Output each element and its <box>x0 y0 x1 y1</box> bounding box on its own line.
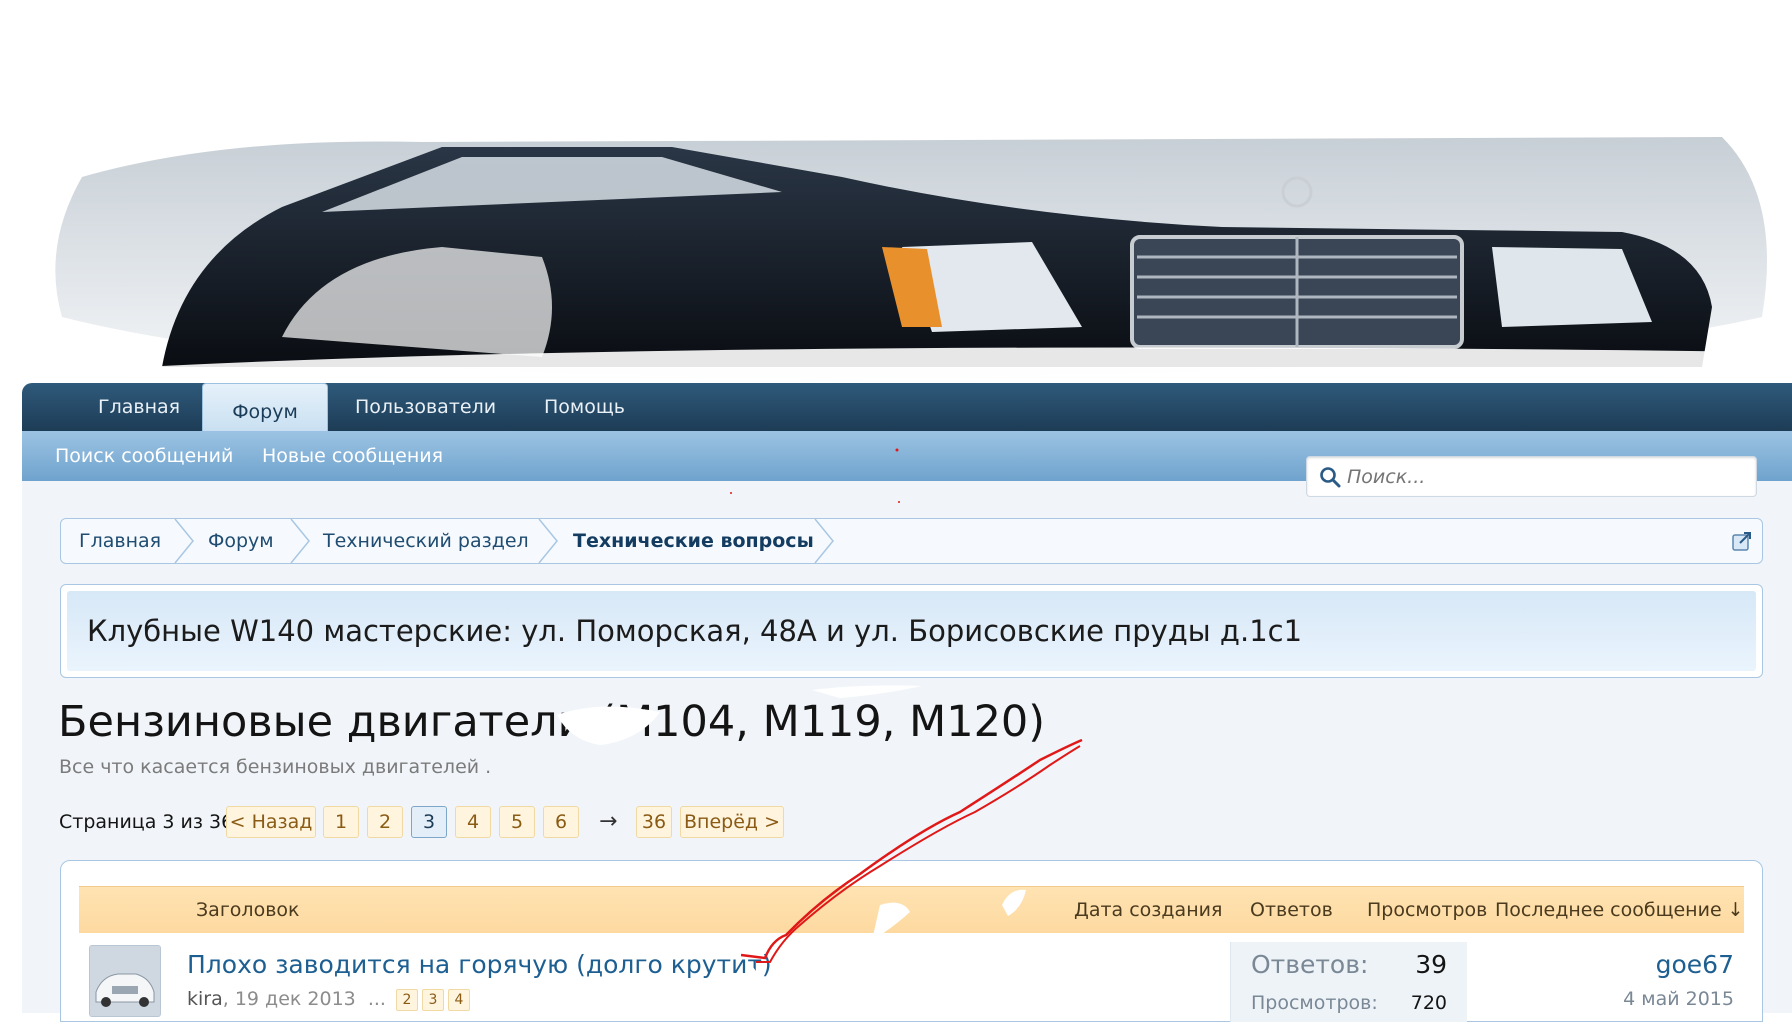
breadcrumb-home[interactable]: Главная <box>79 519 161 563</box>
last-post-date[interactable]: 4 май 2015 <box>1623 988 1734 1010</box>
thread-pages-ellipsis: ... <box>367 988 386 1010</box>
thread-author[interactable]: kira <box>187 988 223 1010</box>
nav-tab-home[interactable]: Главная <box>98 383 180 431</box>
replies-count: 39 <box>1415 950 1447 979</box>
breadcrumb-separator <box>290 519 310 563</box>
pagination-label: Страница 3 из 36 <box>59 811 234 833</box>
search-icon <box>1320 467 1341 488</box>
breadcrumb-forum[interactable]: Форум <box>208 519 274 563</box>
views-label: Просмотров: <box>1251 992 1378 1014</box>
thread-stats: Ответов: 39 Просмотров: 720 <box>1230 942 1467 1022</box>
page-title-head: Бензиновые двигатели ( <box>58 697 617 747</box>
pagination-next[interactable]: Вперёд > <box>680 806 784 838</box>
thread-date: 19 дек 2013 <box>234 988 356 1010</box>
pagination-page-1[interactable]: 1 <box>323 806 359 838</box>
thread-row[interactable]: Плохо заводится на горячую (долго крутит… <box>79 932 1744 1022</box>
notice-box: Клубные W140 мастерские: ул. Поморская, … <box>60 584 1763 678</box>
car-banner-image <box>22 137 1792 383</box>
pagination-page-4[interactable]: 4 <box>455 806 491 838</box>
forum-description: Все что касается бензиновых двигателей . <box>59 756 492 778</box>
breadcrumb-separator <box>174 519 194 563</box>
column-views[interactable]: Просмотров <box>1367 887 1487 933</box>
nav-tab-forum[interactable]: Форум <box>202 383 328 434</box>
pagination-page-last[interactable]: 36 <box>636 806 672 838</box>
page-title: Бензиновые двигатели (M104, M119, M120) <box>58 694 1045 750</box>
views-count: 720 <box>1410 992 1447 1014</box>
thread-list-header: Заголовок Дата создания Ответов Просмотр… <box>79 886 1744 933</box>
subnav-new-posts[interactable]: Новые сообщения <box>262 431 443 481</box>
nav-tab-members[interactable]: Пользователи <box>355 383 496 431</box>
pagination-page-3[interactable]: 3 <box>411 806 447 838</box>
last-post-user[interactable]: goe67 <box>1656 950 1734 979</box>
nav-tab-help[interactable]: Помощь <box>544 383 625 431</box>
thread-meta-sep: , <box>222 988 235 1010</box>
thread-page-link[interactable]: 4 <box>447 988 470 1011</box>
page-title-sep: , <box>735 697 763 747</box>
page-title-tail: M119, M120) <box>762 697 1046 747</box>
thread-meta: kira, 19 дек 2013 ... 234 <box>187 988 470 1011</box>
column-last-post[interactable]: Последнее сообщение ↓ <box>1495 887 1744 933</box>
breadcrumb-separator <box>814 519 834 563</box>
header-banner <box>22 137 1792 383</box>
breadcrumb-tech-questions[interactable]: Технические вопросы <box>573 519 814 563</box>
notice-text: Клубные W140 мастерские: ул. Поморская, … <box>87 614 1303 648</box>
avatar-car-image <box>90 946 160 1016</box>
column-replies[interactable]: Ответов <box>1250 887 1333 933</box>
breadcrumb-tech-section[interactable]: Технический раздел <box>323 519 529 563</box>
main-nav: Главная Форум Пользователи Помощь <box>22 383 1792 434</box>
jump-icon[interactable] <box>1732 531 1752 551</box>
pagination-page-5[interactable]: 5 <box>499 806 535 838</box>
pagination-page-6[interactable]: 6 <box>543 806 579 838</box>
pagination-prev[interactable]: < Назад <box>226 806 316 838</box>
breadcrumb: Главная Форум Технический раздел Техниче… <box>60 518 1763 564</box>
search-input[interactable] <box>1345 461 1744 493</box>
thread-list: Заголовок Дата создания Ответов Просмотр… <box>60 860 1763 1022</box>
pagination-page-2[interactable]: 2 <box>367 806 403 838</box>
page-title-obscured: M104 <box>616 697 736 747</box>
subnav-search-posts[interactable]: Поиск сообщений <box>55 431 233 481</box>
pagination-arrow: → <box>599 809 618 834</box>
thread-page-link[interactable]: 2 <box>395 988 418 1011</box>
thread-page-link[interactable]: 3 <box>421 988 444 1011</box>
avatar[interactable] <box>89 945 161 1017</box>
search-box[interactable] <box>1306 456 1757 497</box>
replies-label: Ответов: <box>1251 950 1369 979</box>
column-title[interactable]: Заголовок <box>196 887 300 933</box>
breadcrumb-separator <box>538 519 558 563</box>
column-created[interactable]: Дата создания <box>1074 887 1222 933</box>
notice-inner: Клубные W140 мастерские: ул. Поморская, … <box>67 591 1756 671</box>
thread-title[interactable]: Плохо заводится на горячую (долго крутит… <box>187 950 772 979</box>
